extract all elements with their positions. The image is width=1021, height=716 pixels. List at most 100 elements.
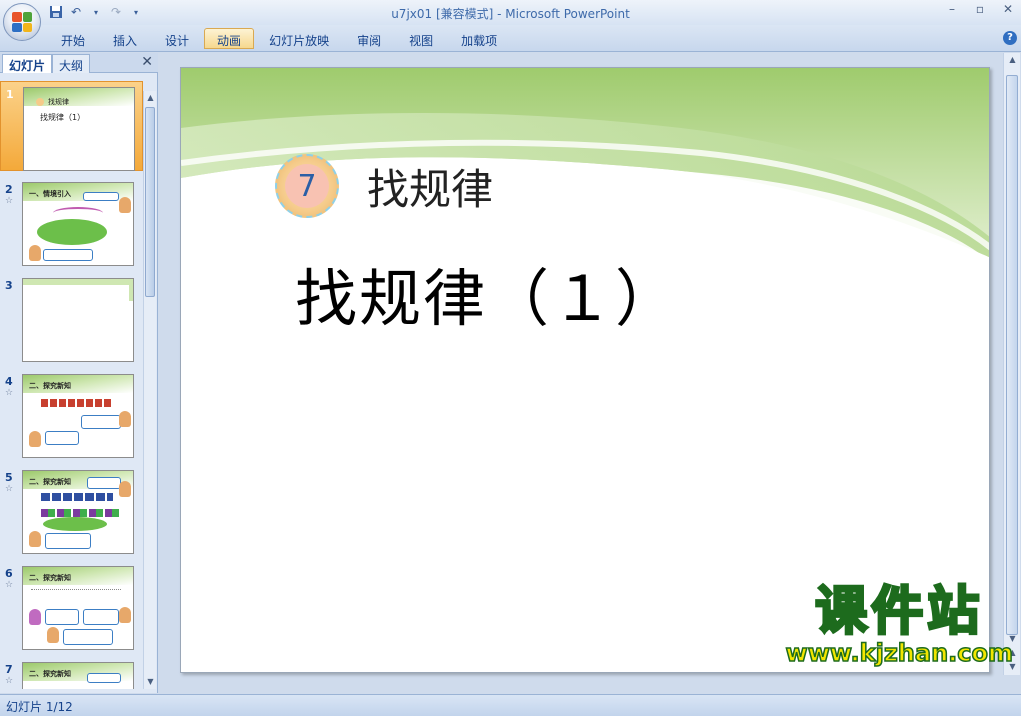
teacher-icon xyxy=(29,245,41,261)
title-bar: ↶ ▾ ↷ ▾ u7jx01 [兼容模式] - Microsoft PowerP… xyxy=(0,0,1021,25)
tab-home[interactable]: 开始 xyxy=(48,28,98,49)
panel-tab-bar: 幻灯片 大纲 ✕ xyxy=(0,53,158,73)
thumbnail-title: 一、情境引入 xyxy=(29,190,71,198)
tab-insert[interactable]: 插入 xyxy=(100,28,150,49)
tab-view[interactable]: 视图 xyxy=(396,28,446,49)
animation-marker-icon: ☆ xyxy=(5,676,14,686)
close-panel-icon[interactable]: ✕ xyxy=(141,54,153,70)
slide-number: 6 xyxy=(5,567,13,580)
garland-icon xyxy=(53,207,103,219)
speech-bubble-icon xyxy=(83,609,119,625)
slide-number: 3 xyxy=(5,279,13,292)
slide-title[interactable]: 找规律（１） xyxy=(295,248,679,338)
badge-icon xyxy=(36,98,44,106)
slide-thumbnail[interactable]: 一、情境引入 xyxy=(22,182,134,266)
thumbnail-row-4[interactable]: 4 ☆ 二、探究新知 xyxy=(0,369,143,459)
teacher-icon xyxy=(29,431,41,447)
flower-row-icon xyxy=(41,509,121,517)
slide-thumbnail[interactable]: 找规律 找规律（1） xyxy=(23,87,135,171)
lantern-row-icon xyxy=(41,493,113,501)
animation-marker-icon: ☆ xyxy=(5,580,14,590)
app-name: Microsoft PowerPoint xyxy=(505,7,630,21)
speech-bubble-icon xyxy=(87,673,121,683)
office-logo-icon xyxy=(12,12,32,32)
unit-title[interactable]: 找规律 xyxy=(367,156,493,217)
child-icon xyxy=(119,607,131,623)
slide-thumbnail[interactable]: 二、探究新知 xyxy=(22,662,134,689)
thumbnail-row-2[interactable]: 2 ☆ 一、情境引入 xyxy=(0,177,143,267)
office-button[interactable] xyxy=(3,3,41,41)
child-icon xyxy=(119,411,131,427)
scroll-down-icon[interactable]: ▼ xyxy=(144,675,157,689)
slide-thumbnail[interactable]: 二、探究新知 xyxy=(22,566,134,650)
document-name: u7jx01 [兼容模式] xyxy=(391,7,494,21)
thumbnail-side-band xyxy=(129,279,133,301)
speech-bubble-icon xyxy=(45,533,91,549)
restore-icon[interactable]: ▫ xyxy=(973,2,987,16)
speech-bubble-icon xyxy=(83,192,119,201)
unit-number: 7 xyxy=(285,164,329,208)
slide-thumbnails: 1 找规律 找规律（1） 2 ☆ 一、情境引入 3 4 ☆ 二、探究新知 5 ☆… xyxy=(0,77,143,689)
close-icon[interactable]: ✕ xyxy=(1001,2,1015,16)
thumbnail-title: 二、探究新知 xyxy=(29,574,71,582)
child-icon xyxy=(119,481,131,497)
thumbnail-title: 找规律 xyxy=(48,98,69,106)
tab-outline[interactable]: 大纲 xyxy=(52,54,91,73)
thumbnail-row-3[interactable]: 3 xyxy=(0,273,143,363)
unit-badge: 7 xyxy=(275,154,339,218)
animation-marker-icon: ☆ xyxy=(5,196,14,206)
tab-design[interactable]: 设计 xyxy=(152,28,202,49)
thumbnail-row-7[interactable]: 7 ☆ 二、探究新知 xyxy=(0,657,143,689)
thumbnail-subtitle: 找规律（1） xyxy=(40,113,86,122)
thumbnail-scrollbar[interactable]: ▲ ▼ xyxy=(143,91,156,689)
tab-animations[interactable]: 动画 xyxy=(204,28,255,49)
editor-scrollbar[interactable]: ▲ ▼ ▲ ▼ xyxy=(1003,53,1020,675)
thumbnail-row-6[interactable]: 6 ☆ 二、探究新知 xyxy=(0,561,143,651)
scrollbar-thumb[interactable] xyxy=(145,107,155,297)
slide-thumbnail[interactable]: 二、探究新知 xyxy=(22,374,134,458)
children-row-icon xyxy=(43,517,107,531)
flag-row-icon xyxy=(41,399,113,407)
slide-thumbnail[interactable] xyxy=(22,278,134,362)
speech-bubble-icon xyxy=(63,629,113,645)
site-watermark: 课件站 www.kjzhan.com xyxy=(785,582,1014,668)
slide-editor: 7 找规律 找规律（１） ▲ ▼ ▲ ▼ 课件站 www.kjzhan.com xyxy=(160,53,1021,693)
scroll-up-icon[interactable]: ▲ xyxy=(1004,55,1021,64)
speech-bubble-icon xyxy=(43,249,93,261)
slide-number: 1 xyxy=(6,88,14,101)
slide-number: 4 xyxy=(5,375,13,388)
slides-panel: 幻灯片 大纲 ✕ 1 找规律 找规律（1） 2 ☆ 一、情境引入 3 4 ☆ 二… xyxy=(0,53,158,693)
watermark-url: www.kjzhan.com xyxy=(785,638,1014,668)
scroll-up-icon[interactable]: ▲ xyxy=(144,91,157,105)
scrollbar-thumb[interactable] xyxy=(1006,75,1018,635)
ribbon-tab-bar: 开始 插入 设计 动画 幻灯片放映 审阅 视图 加载项 ? xyxy=(0,25,1021,52)
help-icon[interactable]: ? xyxy=(1003,31,1017,45)
speech-bubble-icon xyxy=(45,431,79,445)
window-title: u7jx01 [兼容模式] - Microsoft PowerPoint xyxy=(0,5,1021,22)
watermark-name: 课件站 xyxy=(814,582,984,642)
text-line xyxy=(31,589,121,593)
slide-number: 5 xyxy=(5,471,13,484)
tab-addins[interactable]: 加载项 xyxy=(448,28,510,49)
speech-bubble-icon xyxy=(81,415,121,429)
slide-number: 7 xyxy=(5,663,13,676)
teacher-icon xyxy=(29,531,41,547)
speech-bubble-icon xyxy=(87,477,121,489)
minimize-icon[interactable]: – xyxy=(945,2,959,16)
thumbnail-row-1[interactable]: 1 找规律 找规律（1） xyxy=(0,81,143,171)
teacher-icon xyxy=(47,627,59,643)
title-separator: - xyxy=(493,7,506,21)
tab-slideshow[interactable]: 幻灯片放映 xyxy=(256,28,342,49)
slide-number: 2 xyxy=(5,183,13,196)
status-bar: 幻灯片 1/12 xyxy=(0,694,1021,716)
child-icon xyxy=(29,609,41,625)
thumbnail-title: 二、探究新知 xyxy=(29,478,71,486)
tab-slides[interactable]: 幻灯片 xyxy=(2,54,53,73)
tab-review[interactable]: 审阅 xyxy=(344,28,394,49)
slide-thumbnail[interactable]: 二、探究新知 xyxy=(22,470,134,554)
slide-indicator: 幻灯片 1/12 xyxy=(6,700,73,714)
thumbnail-row-5[interactable]: 5 ☆ 二、探究新知 xyxy=(0,465,143,555)
thumbnail-header-band xyxy=(23,279,133,285)
child-icon xyxy=(119,197,131,213)
animation-marker-icon: ☆ xyxy=(5,388,14,398)
